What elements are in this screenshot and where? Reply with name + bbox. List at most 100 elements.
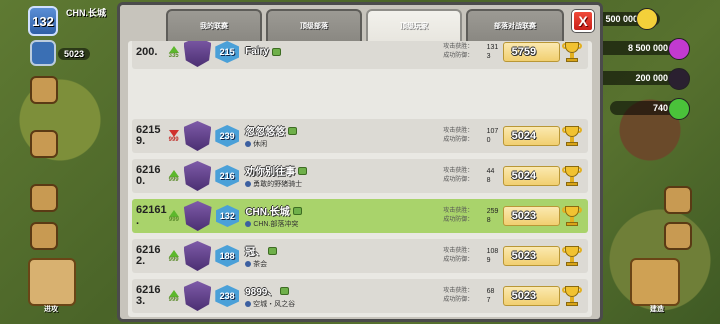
attack-map-button[interactable] <box>28 258 76 306</box>
defenses-label: 成功防御： <box>443 177 474 183</box>
attacks-label: 攻击获胜： <box>443 208 474 214</box>
player-name-cell: 忽忽悠悠 <box>245 123 443 138</box>
player-stats: 攻击获胜： 44 成功防御： 8 <box>443 167 500 185</box>
builder-label: 建造 <box>650 306 664 313</box>
trophy-score: 5024 <box>502 126 561 146</box>
builder-button[interactable] <box>630 258 680 306</box>
player-name-text: 冠、 <box>245 247 266 258</box>
role-badge-icon <box>271 47 281 56</box>
attacks-value: 131 <box>486 44 499 51</box>
tab-top-players[interactable]: 顶级玩家 <box>366 9 462 41</box>
trophy-icon <box>562 125 582 147</box>
player-name-text: 9899、 <box>245 287 278 298</box>
table-row[interactable]: 6215 9. 999 239 忽忽悠悠 休闲 攻击获胜： 107 成功防御： 0 … <box>132 119 588 153</box>
close-button[interactable]: X <box>572 10 594 32</box>
dark-elixir-icon <box>668 68 690 90</box>
clan-badge-icon <box>245 261 252 267</box>
rank-number: 6216 3. <box>136 284 161 307</box>
table-row-current-player[interactable]: 62161 . 999 132 CHN.长城 CHN.部落冲突 攻击获胜： 259… <box>132 199 588 233</box>
table-row[interactable]: 6216 2. 999 188 冠、 茶会 攻击获胜： 108 成功防御： 9 50… <box>132 239 588 273</box>
tab-top-clans[interactable]: 顶级部落 <box>266 9 362 41</box>
xp-level-badge: 132 <box>215 205 240 227</box>
trophy-icon <box>562 41 582 63</box>
player-info: 9899、 空城・风之谷 <box>245 283 443 309</box>
rank-change-value: 999 <box>168 176 179 183</box>
attacks-label: 攻击获胜： <box>443 288 474 294</box>
player-stats: 攻击获胜： 259 成功防御： 8 <box>443 207 500 225</box>
league-badge-icon <box>183 121 212 151</box>
mail-icon[interactable] <box>30 76 58 104</box>
league-badge-icon <box>183 281 212 311</box>
player-stats: 攻击获胜： 108 成功防御： 9 <box>443 247 500 265</box>
player-info: 劝你别往事 勇敢的野猪骑士 <box>245 163 443 189</box>
role-badge-icon <box>280 286 290 295</box>
swords-icon[interactable] <box>30 184 58 212</box>
defenses-label: 成功防御： <box>443 217 474 223</box>
clan-name: 空城・风之谷 <box>253 301 296 308</box>
player-name-text: 劝你别往事 <box>245 167 296 178</box>
rank-change: 999 <box>166 249 182 263</box>
player-name-cell: 冠、 <box>245 243 443 258</box>
rank-change: 999 <box>166 209 182 223</box>
league-badge-icon <box>183 241 212 271</box>
xp-level-badge: 215 <box>215 41 240 63</box>
rank-change-value: 999 <box>168 136 179 143</box>
player-name-text: Fairy <box>245 46 269 57</box>
player-info: CHN.长城 CHN.部落冲突 <box>245 203 443 229</box>
friends-icon[interactable] <box>664 186 692 214</box>
tools-icon[interactable] <box>30 222 58 250</box>
gem-icon[interactable] <box>668 98 690 120</box>
rank-change-value: 999 <box>168 216 179 223</box>
player-info: 冠、 茶会 <box>245 243 443 269</box>
trophy-icon <box>562 285 582 307</box>
clan-badge-icon <box>245 221 252 227</box>
rank-number: 62161 . <box>136 204 167 227</box>
rank-change: 999 <box>166 129 182 143</box>
clan-name: 休闲 <box>253 141 268 148</box>
clan-name: 勇敢的野猪骑士 <box>253 181 303 188</box>
player-name-text: 忽忽悠悠 <box>245 127 286 138</box>
defenses-value: 7 <box>486 297 491 304</box>
rank-number: 6215 9. <box>136 124 161 147</box>
player-info: Fairy <box>245 46 443 58</box>
rank-change-value: 999 <box>168 256 179 263</box>
arrow-up-icon <box>168 45 179 53</box>
player-stats: 攻击获胜： 107 成功防御： 0 <box>443 127 500 145</box>
defenses-value: 8 <box>486 217 491 224</box>
arrow-up-icon <box>168 209 179 217</box>
arrow-up-icon <box>168 169 179 177</box>
player-stats: 攻击获胜： 68 成功防御： 7 <box>443 287 500 305</box>
attacks-value: 68 <box>486 288 495 295</box>
trophy-icon <box>562 165 582 187</box>
table-row[interactable]: 6216 3. 999 238 9899、 空城・风之谷 攻击获胜： 68 成功防… <box>132 279 588 313</box>
gold-icon <box>636 8 658 30</box>
clan-row: 茶会 <box>245 259 443 269</box>
table-row[interactable]: 200. 335 215 Fairy 攻击获胜： 131 成功防御： 3 5759 <box>132 41 588 69</box>
settings-icon[interactable] <box>664 222 692 250</box>
defenses-value: 9 <box>486 257 491 264</box>
clan-badge-icon <box>245 181 252 187</box>
player-list[interactable]: 200. 335 215 Fairy 攻击获胜： 131 成功防御： 3 5759 … <box>128 41 592 317</box>
tab-clan-war-league[interactable]: 部落对战联赛 <box>466 9 564 41</box>
table-row[interactable]: 6216 0. 999 216 劝你别往事 勇敢的野猪骑士 攻击获胜： 44 成功… <box>132 159 588 193</box>
chat-icon[interactable] <box>30 130 58 158</box>
player-stats: 攻击获胜： 131 成功防御： 3 <box>443 43 500 61</box>
tab-my-league[interactable]: 我的联赛 <box>166 9 262 41</box>
player-name: CHN.长城 <box>66 8 106 18</box>
clan-name: CHN.部落冲突 <box>253 221 299 228</box>
role-badge-icon <box>298 166 308 175</box>
player-name-cell: Fairy <box>245 46 443 57</box>
rank-number: 200. <box>136 45 158 58</box>
trophy-score: 5023 <box>502 246 561 266</box>
player-level-badge[interactable]: 132 <box>28 6 58 36</box>
clan-row: 休闲 <box>245 139 443 149</box>
role-badge-icon <box>268 246 278 255</box>
attacks-label: 攻击获胜： <box>443 128 474 134</box>
league-badge-icon <box>183 201 212 231</box>
rank-change: 335 <box>166 45 182 59</box>
xp-level-badge: 239 <box>215 125 240 147</box>
league-trophy-button[interactable] <box>30 40 56 66</box>
clan-row: 勇敢的野猪骑士 <box>245 179 443 189</box>
rank-change-value: 335 <box>168 52 179 59</box>
clan-badge-icon <box>245 141 252 147</box>
